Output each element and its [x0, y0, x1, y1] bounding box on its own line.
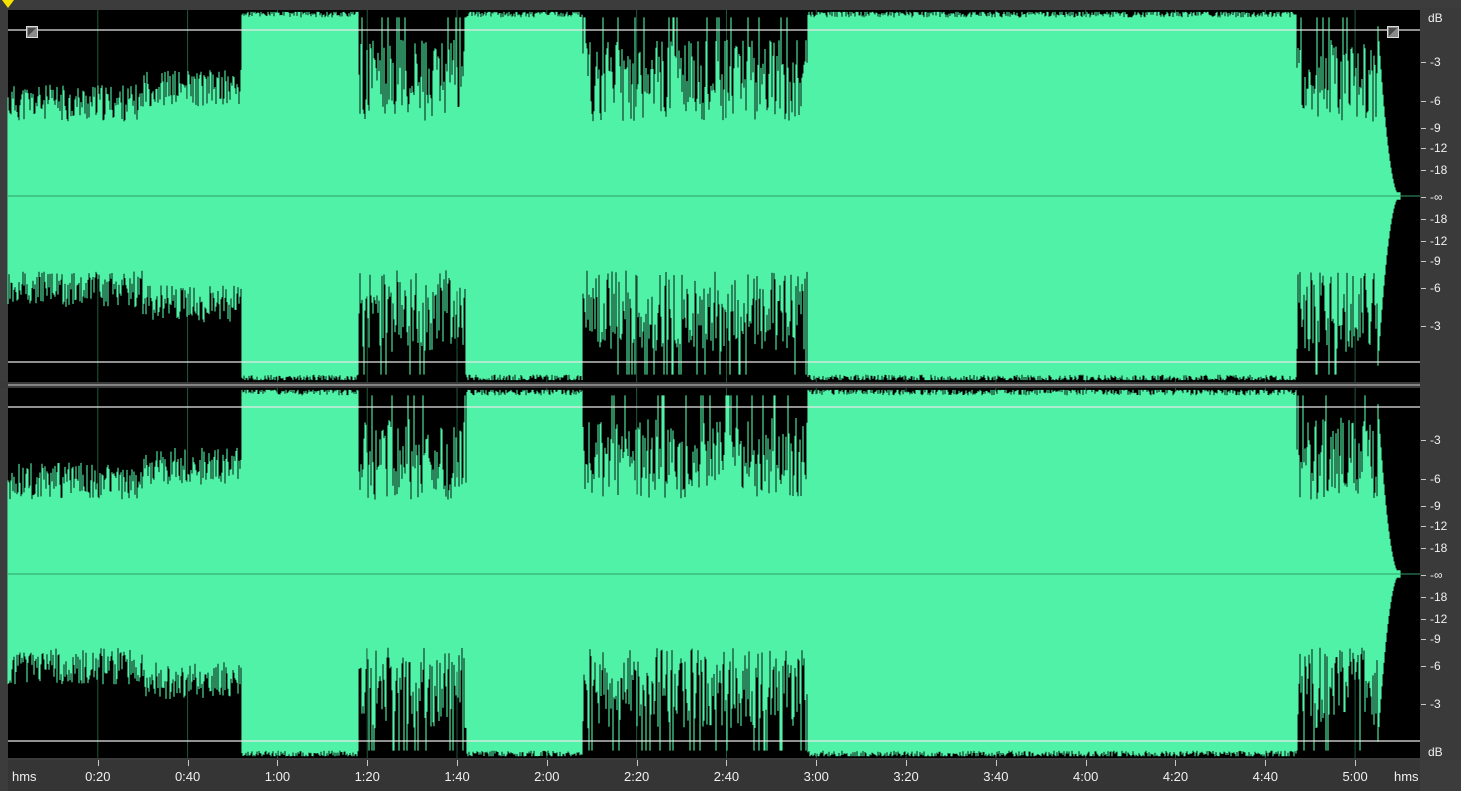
waveform-display[interactable]	[0, 0, 1461, 791]
db-scale-ch2-tick	[1421, 704, 1426, 705]
time-tick	[906, 760, 908, 766]
db-scale-ch2-tick	[1421, 597, 1426, 598]
db-scale-ch2-tick	[1421, 575, 1426, 576]
start-marker-icon[interactable]	[2, 0, 14, 8]
time-tick	[816, 760, 818, 766]
db-scale-ch1-label: -18	[1430, 163, 1448, 177]
time-label: 5:00	[1342, 769, 1368, 784]
db-scale-ch1-tick	[1421, 101, 1426, 102]
db-scale-ch2-label: -18	[1430, 590, 1448, 604]
db-scale-ch1-tick	[1421, 148, 1426, 149]
time-label: 3:00	[803, 769, 829, 784]
time-tick	[636, 760, 638, 766]
db-scale-ch2-tick	[1421, 526, 1426, 527]
time-tick	[187, 760, 189, 766]
db-scale-ch2-label: -12	[1430, 612, 1448, 626]
time-label: 2:00	[534, 769, 560, 784]
envelope-handle-start[interactable]	[26, 26, 38, 38]
time-label: 4:00	[1073, 769, 1099, 784]
db-scale-ch2-label: -3	[1430, 433, 1441, 447]
time-tick	[546, 760, 548, 766]
db-scale-ch1-label: -18	[1430, 212, 1448, 226]
db-scale-ch2-label: -12	[1430, 519, 1448, 533]
time-tick	[1265, 760, 1267, 766]
time-tick	[1175, 760, 1177, 766]
time-tick	[1085, 760, 1087, 766]
db-scale-ch1-tick	[1421, 288, 1426, 289]
db-scale-ch2-tick	[1421, 548, 1426, 549]
db-scale-ch2-label: -6	[1430, 659, 1441, 673]
db-scale-ch2-tick	[1421, 506, 1426, 507]
db-scale-ch1-label: -6	[1430, 281, 1441, 295]
time-tick	[995, 760, 997, 766]
db-scale-ch2-tick	[1421, 639, 1426, 640]
db-scale-ch2-tick	[1421, 666, 1426, 667]
time-ruler[interactable]: hms hms 0:20 0:40 1:00 1:20 1:40 2:00 2:20 2:40…	[8, 760, 1420, 791]
db-scale-ch2-label: -9	[1430, 499, 1441, 513]
time-label: 1:00	[264, 769, 291, 784]
db-scale-ch2-label: -18	[1430, 541, 1448, 555]
time-label: 2:20	[623, 769, 650, 784]
time-tick	[726, 760, 728, 766]
time-label: 1:20	[354, 769, 380, 784]
db-scale-ch1-label: -∞	[1430, 190, 1443, 204]
db-scale-ch2-tick	[1421, 479, 1426, 480]
db-scale-ch1-tick	[1421, 128, 1426, 129]
db-scale-ch1-label: -9	[1430, 121, 1441, 135]
db-scale-ch1-tick	[1421, 326, 1426, 327]
db-scale-ch2-label: -3	[1430, 697, 1441, 711]
envelope-handle-end[interactable]	[1387, 26, 1399, 38]
db-scale-ch1-tick	[1421, 261, 1426, 262]
db-scale-ch2-tick	[1421, 619, 1426, 620]
time-unit-left: hms	[12, 769, 37, 784]
time-label: 4:20	[1162, 769, 1189, 784]
db-unit-top: dB	[1428, 11, 1443, 25]
db-scale-ch1-label: -9	[1430, 254, 1441, 268]
db-scale-ch1-tick	[1421, 170, 1426, 171]
time-tick	[367, 760, 369, 766]
db-scale-ch1-label: -3	[1430, 319, 1441, 333]
db-scale-ch2-label: -9	[1430, 632, 1441, 646]
db-scale-ch2-label: -6	[1430, 472, 1441, 486]
db-scale-ch2-tick	[1421, 440, 1426, 441]
db-unit-bottom: dB	[1428, 745, 1443, 759]
db-scale-ch1-label: -3	[1430, 55, 1441, 69]
db-scale-ch1-label: -6	[1430, 94, 1441, 108]
db-scale-ch1-tick	[1421, 241, 1426, 242]
db-scale-ch1-tick	[1421, 219, 1426, 220]
time-tick	[277, 760, 279, 766]
db-scale-ch1-tick	[1421, 197, 1426, 198]
time-label: 3:40	[983, 769, 1009, 784]
time-unit-right: hms	[1394, 769, 1419, 784]
time-tick	[97, 760, 99, 766]
time-label: 2:40	[713, 769, 740, 784]
db-scale-ch1-label: -12	[1430, 141, 1448, 155]
time-label: 0:40	[174, 769, 201, 784]
time-tick	[1355, 760, 1357, 766]
time-tick	[457, 760, 459, 766]
time-label: 0:20	[85, 769, 111, 784]
db-scale-ch2-label: -∞	[1430, 568, 1443, 582]
time-label: 4:40	[1252, 769, 1278, 784]
time-label: 1:40	[444, 769, 470, 784]
time-label: 3:20	[893, 769, 919, 784]
db-scale-ch1-label: -12	[1430, 234, 1448, 248]
waveform-editor: -3 -6 -9 -12 -18 -∞ -18 -12 -9 -6 -3 -3 -6 -9 -12 -18 -∞…	[0, 0, 1461, 791]
db-scale-ch1-tick	[1421, 62, 1426, 63]
